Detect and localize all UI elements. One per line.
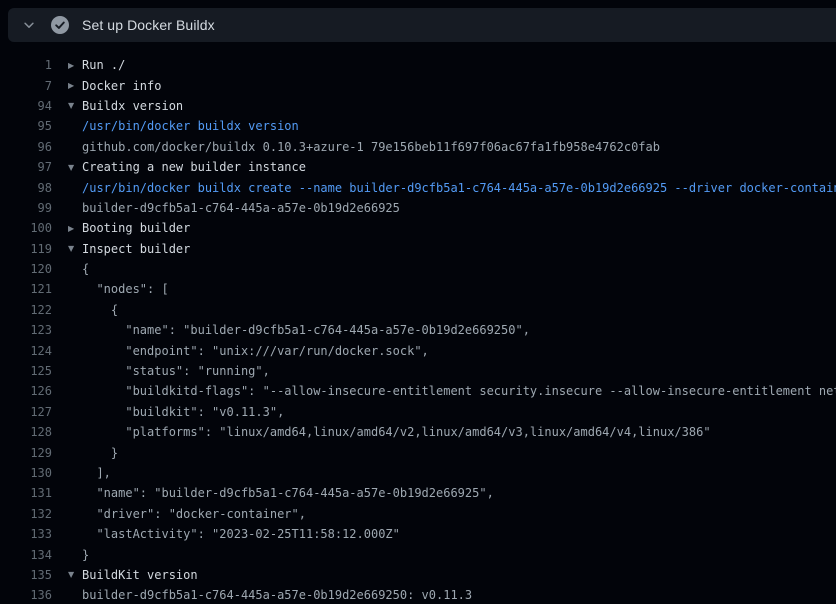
log-line: 99 builder-d9cfb5a1-c764-445a-a57e-0b19d2…: [0, 198, 836, 218]
log-line: 136 builder-d9cfb5a1-c764-445a-a57e-0b19d…: [0, 585, 836, 604]
line-number[interactable]: 132: [8, 507, 52, 521]
line-number[interactable]: 130: [8, 466, 52, 480]
log-line: 125 "status": "running",: [0, 361, 836, 381]
line-number[interactable]: 119: [8, 242, 52, 256]
log-text: "buildkitd-flags": "--allow-insecure-ent…: [82, 384, 836, 398]
log-text: "buildkit": "v0.11.3",: [82, 405, 284, 419]
log-text: /usr/bin/docker buildx version: [82, 119, 299, 133]
log-line: 129 }: [0, 442, 836, 462]
log-viewer: 1▶Run ./7▶Docker info94▼Buildx version95…: [0, 42, 836, 604]
log-text: "driver": "docker-container",: [82, 507, 306, 521]
line-number[interactable]: 120: [8, 262, 52, 276]
step-title: Set up Docker Buildx: [82, 17, 215, 33]
line-number[interactable]: 134: [8, 548, 52, 562]
log-text: {: [82, 303, 118, 317]
triangle-right-icon[interactable]: ▶: [68, 81, 82, 90]
line-number[interactable]: 96: [8, 140, 52, 154]
log-text: {: [82, 262, 89, 276]
log-line: 124 "endpoint": "unix:///var/run/docker.…: [0, 340, 836, 360]
log-line: 98/usr/bin/docker buildx create --name b…: [0, 177, 836, 197]
line-number[interactable]: 129: [8, 446, 52, 460]
line-number[interactable]: 125: [8, 364, 52, 378]
log-text: Booting builder: [82, 221, 190, 235]
log-line: 127 "buildkit": "v0.11.3",: [0, 402, 836, 422]
log-text: "lastActivity": "2023-02-25T11:58:12.000…: [82, 527, 400, 541]
log-group-line[interactable]: 100 ▶Booting builder: [0, 218, 836, 238]
log-text: BuildKit version: [82, 568, 198, 582]
line-number[interactable]: 131: [8, 486, 52, 500]
chevron-down-icon[interactable]: [18, 18, 40, 32]
log-text: ],: [82, 466, 111, 480]
log-text: builder-d9cfb5a1-c764-445a-a57e-0b19d2e6…: [82, 588, 472, 602]
line-number[interactable]: 100: [8, 221, 52, 235]
log-line: 122 {: [0, 300, 836, 320]
line-number[interactable]: 136: [8, 588, 52, 602]
log-text: "status": "running",: [82, 364, 270, 378]
log-text: "platforms": "linux/amd64,linux/amd64/v2…: [82, 425, 711, 439]
triangle-down-icon[interactable]: ▼: [68, 244, 82, 253]
line-number[interactable]: 99: [8, 201, 52, 215]
log-text: Buildx version: [82, 99, 183, 113]
line-number[interactable]: 7: [8, 79, 52, 93]
line-number[interactable]: 122: [8, 303, 52, 317]
log-line: 95/usr/bin/docker buildx version: [0, 116, 836, 136]
log-group-line[interactable]: 135 ▼BuildKit version: [0, 565, 836, 585]
line-number[interactable]: 135: [8, 568, 52, 582]
line-number[interactable]: 126: [8, 384, 52, 398]
log-text: Docker info: [82, 79, 161, 93]
check-circle-icon: [51, 16, 69, 34]
line-number[interactable]: 123: [8, 323, 52, 337]
log-line: 126 "buildkitd-flags": "--allow-insecure…: [0, 381, 836, 401]
triangle-down-icon[interactable]: ▼: [68, 101, 82, 110]
log-line: 132 "driver": "docker-container",: [0, 504, 836, 524]
log-line: 134}: [0, 544, 836, 564]
line-number[interactable]: 94: [8, 99, 52, 113]
line-number[interactable]: 127: [8, 405, 52, 419]
log-line: 123 "name": "builder-d9cfb5a1-c764-445a-…: [0, 320, 836, 340]
line-number[interactable]: 124: [8, 344, 52, 358]
step-header[interactable]: Set up Docker Buildx: [8, 8, 836, 42]
log-text: /usr/bin/docker buildx create --name bui…: [82, 181, 836, 195]
log-group-line[interactable]: 1 ▶Run ./: [0, 55, 836, 75]
log-group-line[interactable]: 97 ▼Creating a new builder instance: [0, 157, 836, 177]
line-number[interactable]: 133: [8, 527, 52, 541]
triangle-right-icon[interactable]: ▶: [68, 224, 82, 233]
triangle-down-icon[interactable]: ▼: [68, 570, 82, 579]
log-line: 128 "platforms": "linux/amd64,linux/amd6…: [0, 422, 836, 442]
log-line: 130 ],: [0, 463, 836, 483]
log-line: 133 "lastActivity": "2023-02-25T11:58:12…: [0, 524, 836, 544]
log-text: Run ./: [82, 58, 125, 72]
log-group-line[interactable]: 94 ▼Buildx version: [0, 96, 836, 116]
log-text: Inspect builder: [82, 242, 190, 256]
log-text: }: [82, 446, 118, 460]
line-number[interactable]: 128: [8, 425, 52, 439]
log-line: 120 {: [0, 259, 836, 279]
log-line: 131 "name": "builder-d9cfb5a1-c764-445a-…: [0, 483, 836, 503]
line-number[interactable]: 1: [8, 58, 52, 72]
log-text: "name": "builder-d9cfb5a1-c764-445a-a57e…: [82, 323, 530, 337]
log-line: 96 github.com/docker/buildx 0.10.3+azure-…: [0, 137, 836, 157]
triangle-down-icon[interactable]: ▼: [68, 163, 82, 172]
log-text: builder-d9cfb5a1-c764-445a-a57e-0b19d2e6…: [82, 201, 400, 215]
triangle-right-icon[interactable]: ▶: [68, 61, 82, 70]
log-text: "endpoint": "unix:///var/run/docker.sock…: [82, 344, 429, 358]
line-number[interactable]: 97: [8, 160, 52, 174]
log-text: "name": "builder-d9cfb5a1-c764-445a-a57e…: [82, 486, 494, 500]
log-text: }: [82, 548, 89, 562]
log-text: "nodes": [: [82, 282, 169, 296]
log-line: 121 "nodes": [: [0, 279, 836, 299]
log-text: github.com/docker/buildx 0.10.3+azure-1 …: [82, 140, 660, 154]
log-group-line[interactable]: 7 ▶Docker info: [0, 75, 836, 95]
line-number[interactable]: 95: [8, 119, 52, 133]
line-number[interactable]: 98: [8, 181, 52, 195]
line-number[interactable]: 121: [8, 282, 52, 296]
log-text: Creating a new builder instance: [82, 160, 306, 174]
log-group-line[interactable]: 119 ▼Inspect builder: [0, 239, 836, 259]
